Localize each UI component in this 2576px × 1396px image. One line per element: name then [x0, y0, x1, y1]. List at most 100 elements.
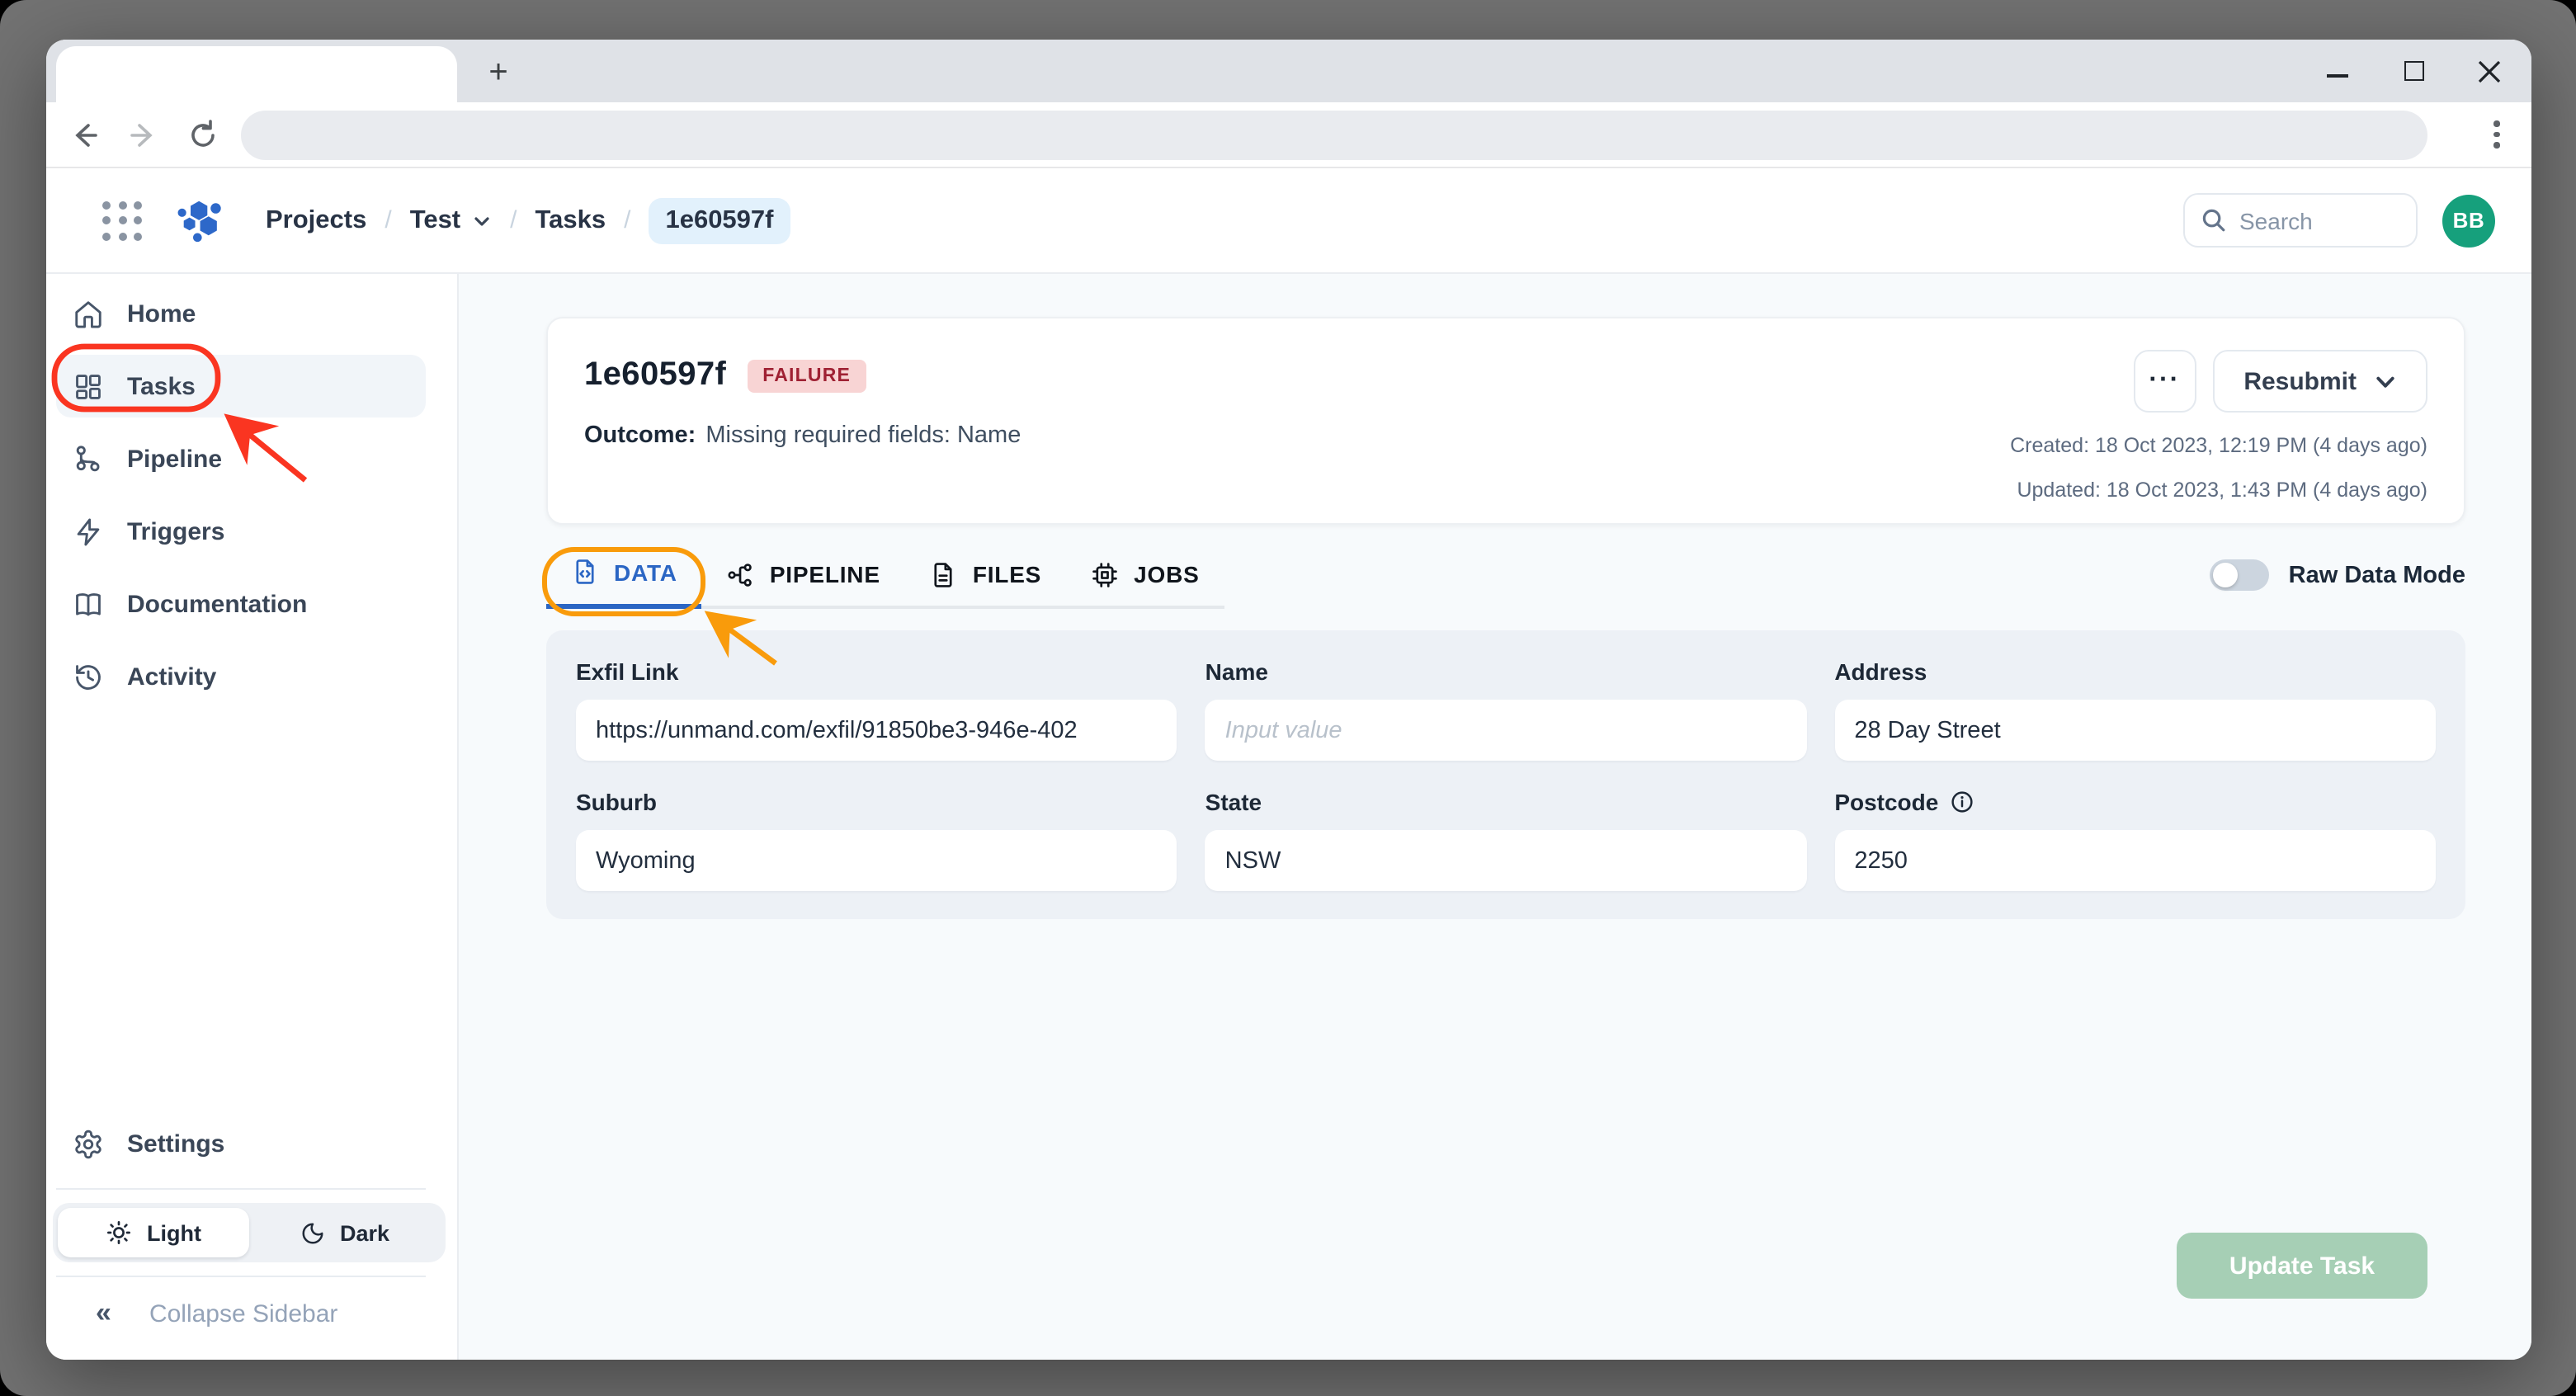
sidebar-item-label: Activity: [127, 663, 217, 691]
url-bar[interactable]: [241, 110, 2427, 159]
info-icon: [1951, 791, 1972, 813]
sidebar-item-label: Documentation: [127, 590, 308, 618]
task-data-form: Exfil Link Name Address Suburb: [546, 630, 2465, 919]
chevron-down-icon: [474, 216, 489, 225]
browser-menu-button[interactable]: [2482, 120, 2512, 149]
task-card: 1e60597f FAILURE Outcome: Missing require…: [546, 317, 2465, 525]
sidebar-item-label: Tasks: [127, 372, 196, 400]
sidebar-item-triggers[interactable]: Triggers: [56, 500, 426, 563]
sidebar-item-settings[interactable]: Settings: [56, 1112, 426, 1175]
toggle-knob: [2212, 563, 2238, 587]
tab-pipeline[interactable]: PIPELINE: [702, 551, 905, 609]
breadcrumb-tasks[interactable]: Tasks: [535, 205, 606, 235]
field-address: Address: [1834, 658, 2436, 761]
created-timestamp: Created: 18 Oct 2023, 12:19 PM (4 days a…: [2010, 434, 2427, 457]
maximize-icon: [2404, 61, 2423, 81]
task-title: 1e60597f: [584, 356, 727, 393]
field-name: Name: [1205, 658, 1807, 761]
theme-dark-button[interactable]: Dark: [249, 1208, 441, 1257]
sidebar-item-documentation[interactable]: Documentation: [56, 573, 426, 635]
tab-label: JOBS: [1134, 561, 1200, 587]
breadcrumb-task-id[interactable]: 1e60597f: [649, 197, 790, 243]
postcode-input[interactable]: [1834, 830, 2436, 891]
forward-button[interactable]: [125, 116, 162, 153]
minimize-button[interactable]: [2325, 59, 2350, 83]
search-input[interactable]: Search: [2183, 193, 2418, 248]
sun-icon: [107, 1221, 130, 1244]
data-file-code-icon: [576, 559, 594, 584]
avatar[interactable]: BB: [2442, 194, 2495, 247]
sidebar-item-label: Pipeline: [127, 445, 223, 473]
home-icon: [75, 300, 101, 328]
dot: [2493, 120, 2500, 127]
back-button[interactable]: [66, 116, 102, 153]
history-clock-icon: [76, 664, 101, 689]
tabs-row: DATA PIPELINE FILES JOBS Raw Data Mode: [546, 551, 2465, 614]
sidebar-item-activity[interactable]: Activity: [56, 645, 426, 708]
search-icon: [2202, 209, 2225, 232]
header-right: Search BB: [2183, 193, 2495, 248]
browser-tab[interactable]: [56, 46, 457, 102]
breadcrumb-project-dropdown[interactable]: Test: [410, 205, 492, 235]
exfil-link-input[interactable]: [576, 700, 1177, 761]
unmand-logo[interactable]: [173, 196, 223, 245]
theme-switcher: Light Dark: [53, 1203, 446, 1262]
reload-button[interactable]: [185, 116, 221, 153]
minimize-icon: [2327, 74, 2348, 78]
status-badge: FAILURE: [748, 359, 866, 392]
state-input[interactable]: [1205, 830, 1807, 891]
collapse-sidebar-button[interactable]: « Collapse Sidebar: [56, 1297, 457, 1330]
outcome-label: Outcome:: [584, 422, 696, 449]
maximize-button[interactable]: [2401, 59, 2426, 83]
theme-light-label: Light: [147, 1220, 201, 1245]
resubmit-label: Resubmit: [2243, 367, 2357, 395]
lightning-icon: [77, 517, 100, 545]
book-open-icon: [76, 592, 101, 615]
resubmit-button[interactable]: Resubmit: [2212, 350, 2427, 413]
app-body: Home Tasks Pipeline Triggers Documentati…: [46, 274, 2531, 1360]
task-card-right: ··· Resubmit Created: 18 Oct 2023, 12:19…: [2010, 347, 2427, 523]
collapse-sidebar-label: Collapse Sidebar: [149, 1299, 338, 1328]
cpu-chip-icon: [1092, 562, 1117, 587]
task-card-left: 1e60597f FAILURE Outcome: Missing require…: [584, 347, 1021, 523]
browser-tab-strip: +: [46, 40, 2531, 102]
theme-dark-label: Dark: [339, 1220, 390, 1245]
moon-icon: [302, 1222, 323, 1243]
name-input[interactable]: [1205, 700, 1807, 761]
task-outcome: Outcome: Missing required fields: Name: [584, 422, 1021, 449]
field-exfil-link: Exfil Link: [576, 658, 1177, 761]
breadcrumb-projects[interactable]: Projects: [266, 205, 366, 235]
dot: [2493, 131, 2500, 138]
suburb-input[interactable]: [576, 830, 1177, 891]
breadcrumb-separator: /: [624, 206, 631, 234]
field-state: State: [1205, 789, 1807, 891]
chevron-down-icon: [2376, 375, 2394, 387]
forward-icon: [130, 123, 153, 146]
tab-data[interactable]: DATA: [546, 551, 702, 609]
more-actions-button[interactable]: ···: [2133, 350, 2196, 413]
field-label: Address: [1834, 658, 1927, 685]
sidebar-item-pipeline[interactable]: Pipeline: [56, 427, 426, 490]
address-input[interactable]: [1834, 700, 2436, 761]
field-postcode: Postcode: [1834, 789, 2436, 891]
sidebar-item-home[interactable]: Home: [56, 282, 426, 345]
logo-hexagon-cluster-icon: [177, 200, 221, 242]
new-tab-button[interactable]: +: [479, 53, 518, 92]
tab-files[interactable]: FILES: [905, 551, 1066, 609]
theme-light-button[interactable]: Light: [58, 1208, 249, 1257]
close-button[interactable]: [2477, 59, 2502, 83]
tab-list: DATA PIPELINE FILES JOBS: [546, 551, 1224, 609]
field-label: Postcode: [1834, 789, 2436, 815]
browser-window: + Projects / Test / Tasks / 1e60597f Sea…: [46, 40, 2531, 1360]
field-label: Exfil Link: [576, 658, 679, 685]
update-task-button[interactable]: Update Task: [2177, 1233, 2427, 1299]
tab-jobs[interactable]: JOBS: [1066, 551, 1224, 609]
sidebar-item-tasks[interactable]: Tasks: [56, 355, 426, 417]
raw-data-mode-toggle[interactable]: [2209, 559, 2269, 591]
search-placeholder: Search: [2239, 207, 2313, 233]
app-launcher-icon[interactable]: [102, 200, 142, 240]
tasks-grid-icon: [76, 374, 101, 399]
main-content: 1e60597f FAILURE Outcome: Missing require…: [459, 274, 2531, 1360]
raw-data-mode-label: Raw Data Mode: [2288, 562, 2465, 588]
field-label: State: [1205, 789, 1262, 815]
